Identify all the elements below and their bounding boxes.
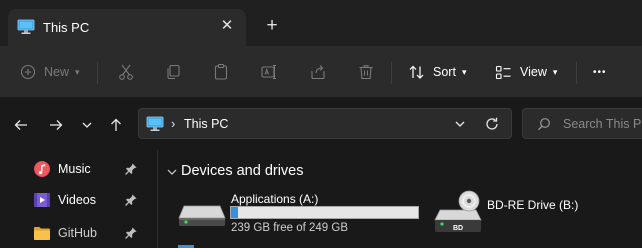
sort-button[interactable]: Sort ▾: [408, 57, 466, 87]
section-title[interactable]: Devices and drives: [181, 163, 304, 179]
close-tab-icon[interactable]: ✕: [218, 17, 236, 35]
chevron-down-icon[interactable]: [166, 166, 178, 178]
this-pc-icon: [17, 19, 35, 34]
rename-button[interactable]: [260, 57, 278, 87]
drive-name: Applications (A:): [231, 192, 319, 206]
search-box[interactable]: [522, 108, 642, 139]
more-icon: •••: [593, 66, 607, 78]
search-input[interactable]: [563, 116, 642, 132]
drive-usage-fill: [231, 207, 239, 218]
pin-icon: [125, 194, 137, 206]
music-icon: [34, 161, 50, 177]
tab-title: This PC: [43, 20, 90, 35]
breadcrumb-this-pc[interactable]: This PC: [184, 117, 228, 131]
new-button[interactable]: New ▾: [20, 57, 80, 87]
back-button[interactable]: [11, 115, 31, 135]
drive-usage-bar: [230, 206, 419, 219]
cut-button[interactable]: [117, 57, 135, 87]
search-icon: [538, 118, 550, 131]
drive-item-bd-re[interactable]: BD BD-RE Drive (B:): [434, 188, 634, 238]
breadcrumb-separator[interactable]: ›: [171, 116, 175, 131]
pin-icon: [125, 163, 137, 175]
share-icon: [311, 65, 325, 80]
command-bar: New ▾ Sort ▾ View ▾ •••: [0, 46, 642, 98]
cut-icon: [119, 64, 133, 80]
toolbar-divider: [97, 62, 98, 84]
address-bar[interactable]: › This PC: [138, 108, 512, 139]
sidebar-item-videos[interactable]: Videos: [30, 188, 150, 212]
toolbar-divider: [391, 62, 392, 84]
recent-locations-button[interactable]: [77, 115, 97, 135]
delete-button[interactable]: [357, 57, 375, 87]
sidebar-item-github[interactable]: GitHub: [30, 221, 150, 245]
toolbar-divider: [576, 62, 577, 84]
new-label: New: [44, 65, 70, 79]
drive-item-applications[interactable]: Applications (A:) 239 GB free of 249 GB: [178, 192, 448, 238]
drive-free-space: 239 GB free of 249 GB: [231, 222, 348, 234]
chevron-down-icon: [82, 122, 92, 128]
forward-button[interactable]: [46, 115, 66, 135]
paste-icon: [214, 63, 228, 80]
folder-icon: [34, 227, 50, 240]
navigation-pane: Music Videos GitHub: [0, 150, 158, 248]
videos-icon: [34, 193, 50, 207]
more-options-button[interactable]: •••: [593, 57, 607, 87]
sort-icon: [409, 65, 424, 79]
new-icon: [20, 64, 36, 80]
tab-this-pc[interactable]: This PC ✕: [8, 9, 246, 46]
refresh-icon[interactable]: [484, 116, 500, 132]
chevron-down-icon: ▾: [552, 66, 558, 77]
sort-label: Sort: [433, 65, 456, 79]
paste-button[interactable]: [212, 57, 230, 87]
pin-icon: [125, 227, 137, 239]
bd-badge: BD: [453, 225, 463, 232]
address-row: › This PC: [0, 98, 642, 150]
arrow-right-icon: [50, 120, 63, 130]
drive-name: BD-RE Drive (B:): [487, 198, 579, 212]
hard-drive-icon: [178, 205, 226, 226]
sidebar-item-label: Music: [58, 162, 91, 176]
view-label: View: [520, 65, 547, 79]
chevron-down-icon: ▾: [75, 66, 80, 77]
tab-bar: This PC ✕ +: [0, 0, 642, 46]
new-tab-icon[interactable]: +: [262, 16, 282, 37]
view-icon: [495, 65, 511, 79]
arrow-left-icon: [14, 120, 27, 130]
bd-drive-icon: BD: [434, 190, 482, 232]
chevron-down-icon[interactable]: [453, 118, 467, 130]
delete-icon: [359, 65, 373, 80]
copy-icon: [167, 64, 180, 80]
up-button[interactable]: [106, 115, 126, 135]
chevron-down-icon: ▾: [461, 66, 467, 77]
share-button[interactable]: [309, 57, 327, 87]
view-button[interactable]: View ▾: [495, 57, 557, 87]
copy-button[interactable]: [164, 57, 182, 87]
sidebar-item-music[interactable]: Music: [30, 157, 150, 181]
content-pane: Devices and drives Applications (A:) 239…: [158, 150, 642, 248]
sidebar-item-label: Videos: [58, 193, 96, 207]
sidebar-item-label: GitHub: [58, 226, 97, 240]
arrow-up-icon: [111, 118, 121, 131]
this-pc-icon: [146, 116, 164, 131]
rename-icon: [261, 65, 276, 79]
